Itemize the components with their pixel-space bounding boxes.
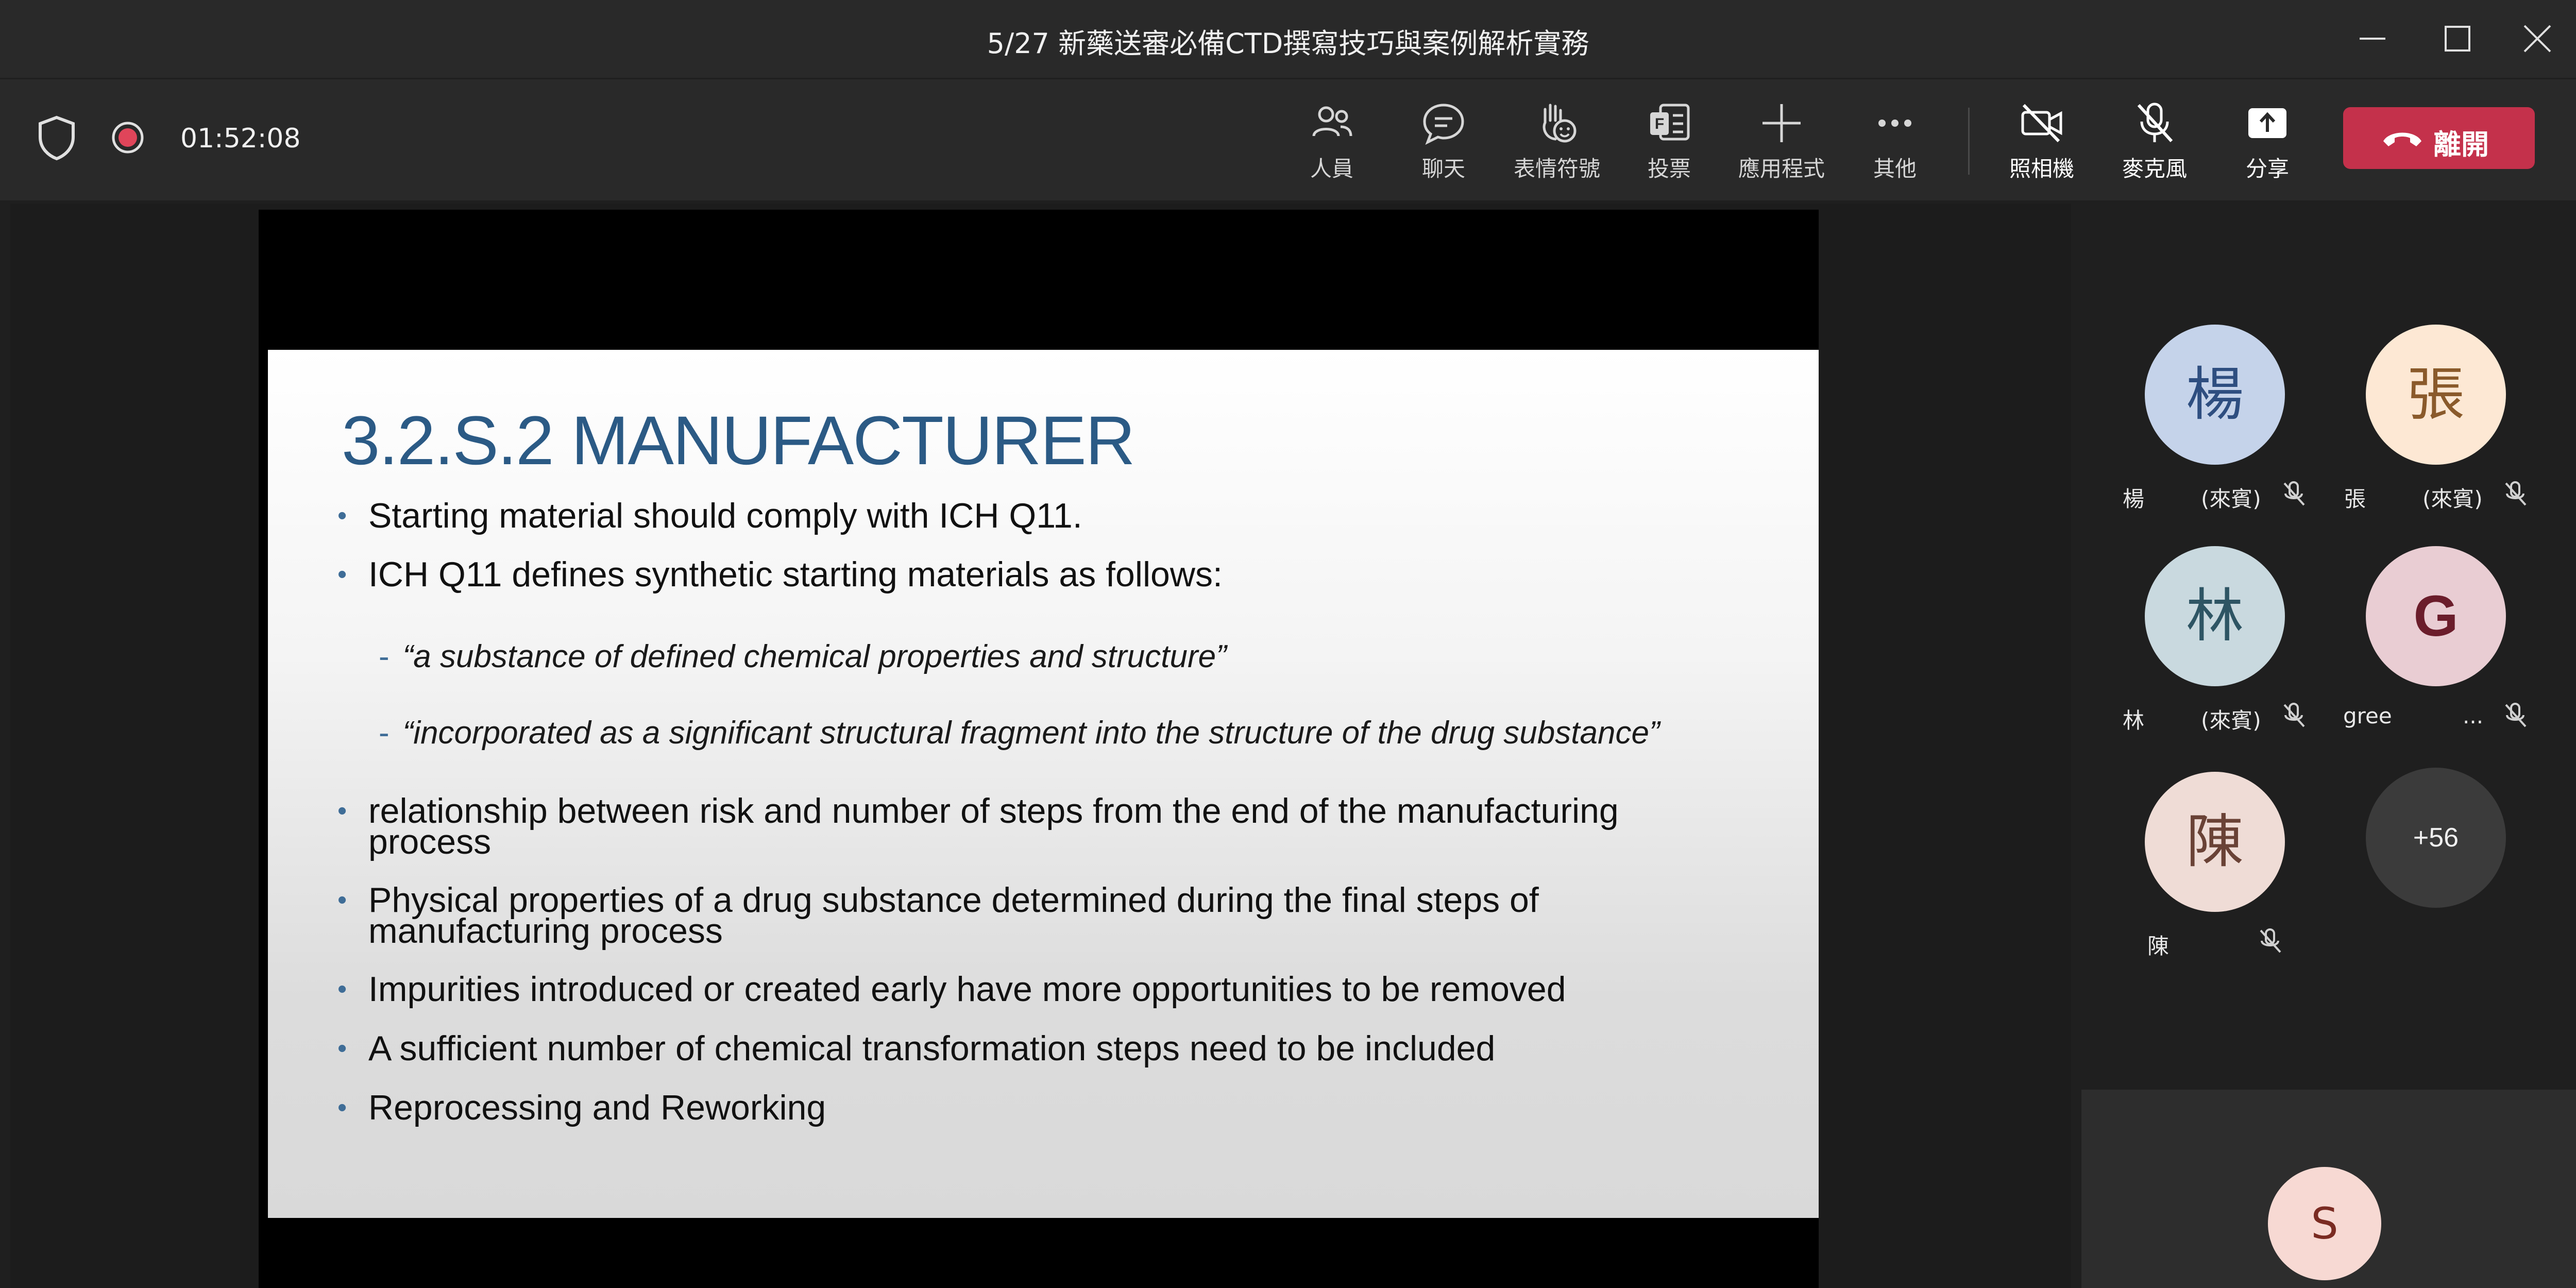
polls-icon: F: [1650, 104, 1690, 141]
participant-avatar[interactable]: 陳: [2145, 772, 2285, 912]
mic-off-icon: [2283, 703, 2305, 727]
participant-name: 張: [2344, 486, 2366, 512]
camera-button[interactable]: 照相機: [1988, 100, 2096, 188]
svg-text:F: F: [1655, 115, 1664, 132]
hang-up-icon: [2383, 132, 2421, 146]
chat-icon: [1423, 104, 1464, 145]
add-icon: [1762, 104, 1801, 142]
participant-name: 陳: [2147, 934, 2170, 959]
more-participants-button[interactable]: +56: [2366, 768, 2506, 908]
more-icon: [1878, 120, 1911, 127]
participant-tag: ...: [2463, 703, 2484, 728]
participant-avatar[interactable]: G: [2366, 546, 2506, 686]
leave-button[interactable]: 離開: [2343, 107, 2535, 169]
mic-off-icon: [2505, 481, 2527, 506]
more-button[interactable]: 其他: [1841, 100, 1949, 188]
mic-off-icon: [2260, 928, 2281, 953]
recording-icon: [112, 122, 144, 154]
chat-button[interactable]: 聊天: [1389, 100, 1498, 188]
meeting-toolbar: 01:52:08 人員 聊天 表情符號 F 投票 應用程式 其他 照相機 麥克風…: [0, 79, 2576, 200]
people-label: 人員: [1310, 156, 1353, 181]
share-button[interactable]: 分享: [2213, 100, 2321, 188]
slide-title: 3.2.S.2 MANUFACTURER: [342, 402, 1136, 479]
chat-label: 聊天: [1421, 156, 1465, 181]
people-button[interactable]: 人員: [1278, 100, 1386, 188]
apps-label: 應用程式: [1738, 156, 1825, 181]
participant-name: gree: [2343, 703, 2392, 728]
reactions-icon: [1543, 104, 1577, 143]
apps-button[interactable]: 應用程式: [1727, 100, 1836, 188]
share-label: 分享: [2245, 156, 2289, 181]
reactions-label: 表情符號: [1513, 156, 1600, 181]
minimize-icon[interactable]: [2354, 21, 2391, 57]
presentation-slide: 3.2.S.2 MANUFACTURER • Starting material…: [268, 350, 1819, 1218]
participant-tag: (來賓): [2201, 708, 2261, 733]
participant-tag: (來賓): [2422, 486, 2483, 512]
slide-sub-bullet: - “incorporated as a significant structur…: [379, 715, 1660, 751]
leave-label: 離開: [2433, 128, 2489, 161]
reactions-button[interactable]: 表情符號: [1503, 100, 1611, 188]
self-avatar: S: [2268, 1167, 2381, 1280]
window-title-bar: 5/27 新藥送審必備CTD撰寫技巧與案例解析實務: [0, 0, 2576, 78]
participant-avatar[interactable]: 林: [2145, 546, 2285, 686]
slide-sub-bullet: - “a substance of defined chemical proper…: [379, 639, 1227, 674]
mic-off-icon: [2137, 103, 2173, 143]
participant-avatar[interactable]: 楊: [2145, 325, 2285, 465]
people-icon: [1312, 106, 1352, 137]
toolbar-divider: [1968, 108, 1970, 175]
share-icon: [2248, 108, 2286, 138]
microphone-button[interactable]: 麥克風: [2100, 100, 2209, 188]
camera-off-icon: [2021, 104, 2062, 143]
meeting-title: 5/27 新藥送審必備CTD撰寫技巧與案例解析實務: [987, 27, 1589, 60]
meeting-timer: 01:52:08: [180, 123, 301, 154]
microphone-label: 麥克風: [2122, 156, 2187, 181]
participant-avatar[interactable]: 張: [2366, 325, 2506, 465]
more-label: 其他: [1873, 156, 1917, 181]
maximize-icon[interactable]: [2439, 21, 2476, 57]
polls-button[interactable]: F 投票: [1615, 100, 1723, 188]
shield-icon[interactable]: [36, 114, 77, 161]
participant-tag: (來賓): [2201, 486, 2261, 512]
mic-off-icon: [2505, 703, 2527, 727]
close-icon[interactable]: [2519, 21, 2555, 57]
polls-label: 投票: [1647, 156, 1691, 181]
camera-label: 照相機: [2009, 156, 2074, 181]
mic-off-icon: [2283, 481, 2305, 506]
participant-name: 林: [2123, 708, 2145, 733]
participant-name: 楊: [2123, 486, 2145, 512]
